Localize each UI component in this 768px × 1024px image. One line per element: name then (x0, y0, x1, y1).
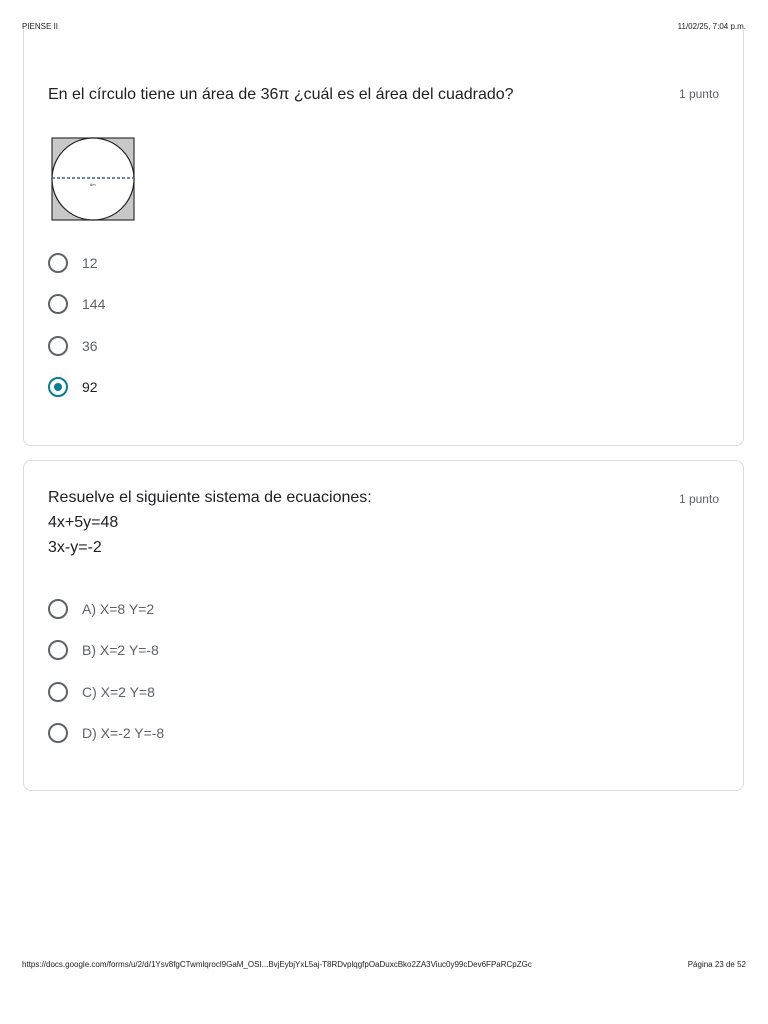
radio-button[interactable] (48, 640, 68, 660)
radio-button[interactable] (48, 294, 68, 314)
equation-line-2: 3x-y=-2 (48, 539, 102, 556)
option-d[interactable]: D) X=-2 Y=-8 (48, 722, 164, 744)
page-number: Página 23 de 52 (687, 960, 746, 969)
question-title: Resuelve el siguiente sistema de ecuacio… (48, 489, 372, 506)
question-card-1: En el círculo tiene un área de 36π ¿cuál… (23, 30, 744, 446)
radio-button-selected[interactable] (48, 377, 68, 397)
option-label: C) X=2 Y=8 (82, 684, 155, 700)
page-url: https://docs.google.com/forms/u/2/d/1Ysv… (22, 960, 532, 969)
question-title: En el círculo tiene un área de 36π ¿cuál… (48, 86, 514, 103)
radio-button[interactable] (48, 253, 68, 273)
question-points: 1 punto (678, 87, 719, 101)
option-label: D) X=-2 Y=-8 (82, 725, 165, 741)
option-label: 36 (82, 338, 98, 354)
option-label: 144 (82, 296, 106, 312)
option-a[interactable]: A) X=8 Y=2 (48, 598, 154, 620)
option-label: B) X=2 Y=-8 (82, 642, 159, 658)
figure-measure-label: 6m (90, 182, 96, 187)
square-circle-figure: 6m (51, 137, 135, 221)
option-label: 12 (82, 255, 98, 271)
radio-button[interactable] (48, 336, 68, 356)
option-c[interactable]: C) X=2 Y=8 (48, 681, 155, 703)
option-12[interactable]: 12 (48, 252, 98, 274)
option-92[interactable]: 92 (48, 376, 98, 398)
equation-line-1: 4x+5y=48 (48, 514, 119, 531)
option-36[interactable]: 36 (48, 335, 98, 357)
question-points: 1 punto (678, 492, 719, 506)
question-card-2: Resuelve el siguiente sistema de ecuacio… (23, 460, 744, 791)
option-b[interactable]: B) X=2 Y=-8 (48, 639, 159, 661)
option-label: 92 (82, 379, 98, 395)
radio-button[interactable] (48, 682, 68, 702)
radio-button[interactable] (48, 723, 68, 743)
radio-button[interactable] (48, 599, 68, 619)
option-144[interactable]: 144 (48, 293, 105, 315)
option-label: A) X=8 Y=2 (82, 601, 155, 617)
